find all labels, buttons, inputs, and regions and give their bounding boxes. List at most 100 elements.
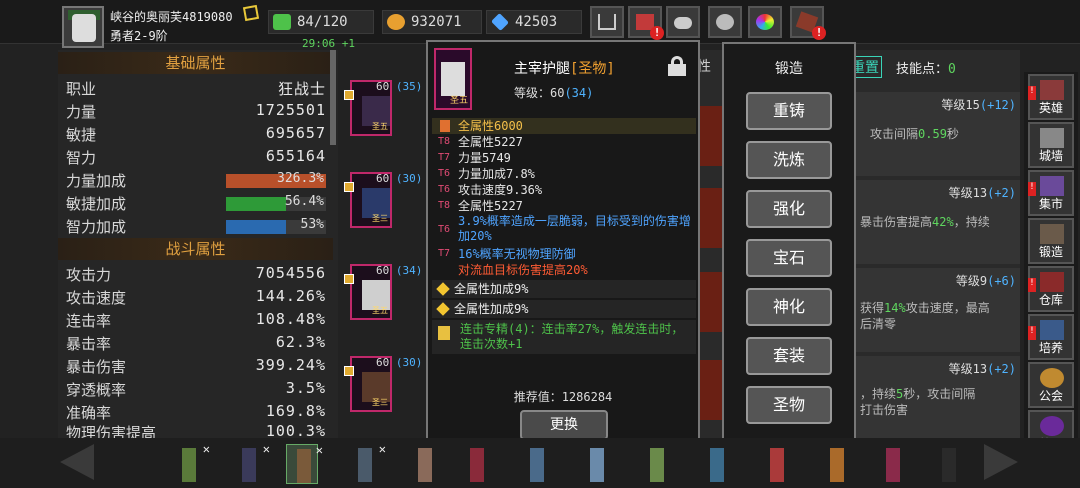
special-attribute-row: T7 16%概率无视物理防御 (432, 246, 696, 262)
hero-sprite (530, 448, 544, 482)
skill-level: 等级13(+2) (949, 360, 1016, 377)
stat-value: 108.48% (255, 310, 326, 328)
skill-level-bonus: (+2) (987, 362, 1016, 376)
set-button[interactable]: 套装 (746, 337, 832, 375)
attribute-row: T7 力量5749 (432, 150, 696, 166)
equip-level-value: 60 (376, 80, 390, 93)
stat-value: 695657 (265, 124, 326, 142)
hero-slot[interactable] (520, 444, 552, 484)
energy-value: 84/120 (297, 14, 348, 30)
equip-tag: 圣三 (372, 398, 388, 407)
equip-level-value: 60 (376, 264, 390, 277)
skill-level: 等级9(+6) (956, 272, 1016, 289)
stats-scrollbar[interactable] (330, 50, 336, 145)
skill-desc-text: 秒 (946, 127, 959, 141)
item-icon: 圣五 (434, 48, 472, 110)
hero-slot[interactable]: ✕ (172, 442, 210, 484)
equip-slot[interactable]: 60 (30) 圣三 (350, 172, 422, 228)
item-name-text: 主宰护腿 (514, 61, 570, 77)
stat-row-intellect-bonus: 智力加成 53% (66, 216, 326, 238)
close-icon[interactable]: ✕ (263, 442, 270, 456)
swap-button[interactable]: 更换 (520, 410, 608, 440)
hero-slot[interactable] (640, 444, 672, 484)
skill-card[interactable]: 等级9(+6) 获得14%攻击速度，最高 后清零 (856, 268, 1020, 352)
nav-guild[interactable]: 公会 (1028, 362, 1074, 408)
hero-slot[interactable] (820, 444, 852, 484)
stat-value: 144.26% (255, 287, 326, 305)
tier-label: T7 (438, 152, 451, 163)
hero-slot[interactable] (876, 444, 908, 484)
nav-market[interactable]: ! 集市 (1028, 170, 1074, 216)
hero-sprite (770, 448, 784, 482)
nav-forge[interactable]: 锻造 (1028, 218, 1074, 264)
item-level-label: 等级：60 (514, 86, 565, 100)
hero-slot-selected[interactable]: ✕ (286, 443, 323, 484)
skill-desc: 获得14%攻击速度，最高 后清零 (860, 300, 990, 332)
gem-button[interactable]: 宝石 (746, 239, 832, 277)
gamepad-button[interactable] (666, 6, 700, 38)
skill-level-bonus: (+2) (987, 186, 1016, 200)
tier-label: T6 (438, 224, 451, 235)
equip-level-extra: (30) (395, 356, 423, 369)
main-attr-icon (440, 120, 450, 132)
unlock-icon[interactable] (668, 56, 686, 76)
energy-timer: 29:06 +1 (302, 37, 355, 50)
nav-label: 城墙 (1038, 149, 1063, 163)
skill-level-value: 等级13 (948, 362, 988, 376)
event-button[interactable]: ! (790, 6, 826, 40)
equip-slot[interactable]: 60 (35) 圣五 (350, 80, 422, 136)
equipment-column: 60 (35) 圣五 60 (30) 圣三 60 (34) 圣五 60 (30)… (340, 76, 430, 436)
hero-slot[interactable] (932, 444, 964, 484)
close-icon[interactable]: ✕ (379, 442, 386, 456)
skill-card[interactable]: 等级13(+2) ，持续5秒，攻击间隔 打击伤害 (856, 356, 1020, 440)
hero-slot[interactable] (408, 444, 440, 484)
equip-level: 60 (34) (376, 264, 422, 277)
nav-train[interactable]: ! 培养 (1028, 314, 1074, 360)
deify-button[interactable]: 神化 (746, 288, 832, 326)
skill-level-value: 等级15 (941, 98, 980, 112)
reforge-button[interactable]: 重铸 (746, 92, 832, 130)
warehouse-icon (1040, 272, 1064, 292)
hero-slot[interactable]: ✕ (348, 442, 386, 484)
nav-warehouse[interactable]: ! 仓库 (1028, 266, 1074, 312)
equip-level-extra: (34) (395, 264, 423, 277)
enhance-button[interactable]: 强化 (746, 190, 832, 228)
stat-value: 169.8% (265, 402, 326, 420)
hero-slot[interactable]: ✕ (232, 442, 270, 484)
skill-card[interactable]: 等级13(+2) 暴击伤害提高42%，持续 (856, 180, 1020, 264)
gem-socket-icon (344, 90, 354, 100)
equip-slot[interactable]: 60 (34) 圣五 (350, 264, 422, 320)
skill-desc-text: 攻击间隔 (870, 127, 919, 141)
mail-button[interactable]: ! (628, 6, 664, 40)
close-icon[interactable]: ✕ (316, 443, 323, 457)
relic-button[interactable]: 圣物 (746, 386, 832, 424)
edit-name-icon[interactable] (242, 4, 260, 22)
nav-label: 仓库 (1038, 293, 1063, 307)
hero-sprite (886, 448, 900, 482)
stat-value: 56.4% (284, 194, 324, 209)
refine-button[interactable]: 洗炼 (746, 141, 832, 179)
settings-button[interactable] (708, 6, 742, 38)
skill-desc-value: 14% (884, 301, 906, 315)
shop-button[interactable] (590, 6, 624, 38)
hero-sprite (358, 448, 372, 482)
skill-card[interactable]: 等级15(+12) 攻击间隔0.59秒 (856, 92, 1020, 176)
nav-hero[interactable]: ! 英雄 (1028, 74, 1074, 120)
attribute-text: 力量5749 (458, 151, 511, 165)
hero-slot[interactable] (760, 444, 792, 484)
hero-slot[interactable] (700, 444, 732, 484)
equip-slot[interactable]: 60 (30) 圣三 (350, 356, 422, 412)
hero-slot[interactable] (580, 444, 612, 484)
stat-row-strength: 力量 1725501 (66, 101, 326, 123)
close-icon[interactable]: ✕ (203, 442, 210, 456)
alert-dot: ! (1028, 86, 1036, 100)
wheel-button[interactable] (748, 6, 782, 38)
skill-desc-text: 攻击速度，最高 (905, 301, 990, 315)
battle-icon (1040, 416, 1064, 436)
hero-sprite (182, 448, 196, 482)
nav-wall[interactable]: 城墙 (1028, 122, 1074, 168)
combat-stats-header: 战斗属性 (58, 238, 333, 260)
skill-desc-value: 0.59 (918, 127, 947, 141)
hero-slot[interactable] (460, 444, 492, 484)
player-avatar[interactable] (62, 6, 104, 48)
